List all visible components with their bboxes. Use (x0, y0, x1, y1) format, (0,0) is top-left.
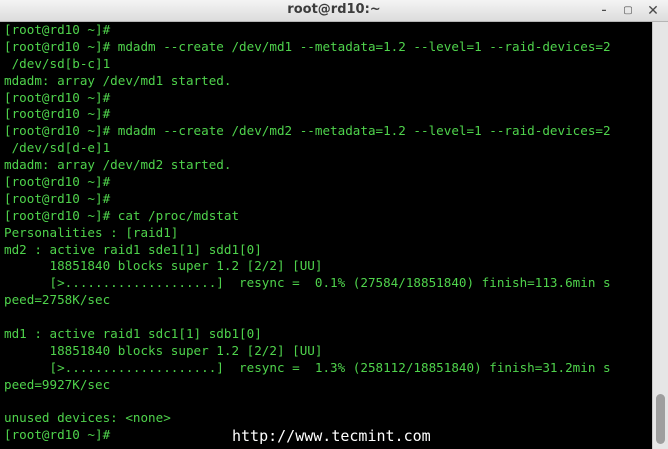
window-titlebar[interactable]: root@rd10:~ – ▢ ✕ (0, 0, 668, 22)
terminal-line: mdadm: array /dev/md1 started. (4, 72, 232, 88)
terminal-line: /dev/sd[b-c]1 (4, 55, 111, 71)
terminal-line: 18851840 blocks super 1.2 [2/2] [UU] (4, 342, 323, 358)
terminal-lines: [root@rd10 ~]# [root@rd10 ~]# mdadm --cre… (0, 22, 652, 444)
terminal-line: peed=9927K/sec (4, 376, 111, 392)
terminal-line: [>....................] resync = 1.3% (2… (4, 359, 611, 375)
terminal-line: [root@rd10 ~]# mdadm --create /dev/md1 -… (4, 38, 611, 54)
terminal-line: [root@rd10 ~]# (4, 22, 111, 37)
terminal-line: [root@rd10 ~]# cat /proc/mdstat (4, 207, 240, 223)
terminal-line: /dev/sd[d-e]1 (4, 140, 111, 156)
terminal-line: [root@rd10 ~]# (4, 106, 111, 122)
maximize-icon[interactable]: ▢ (620, 3, 636, 19)
terminal-line: md2 : active raid1 sde1[1] sdd1[0] (4, 241, 262, 257)
terminal-line: unused devices: <none> (4, 410, 171, 426)
terminal-line: [root@rd10 ~]# (4, 89, 111, 105)
terminal-line: Personalities : [raid1] (4, 224, 179, 240)
terminal-line: peed=2758K/sec (4, 292, 111, 308)
terminal-line: mdadm: array /dev/md2 started. (4, 157, 232, 173)
close-icon[interactable]: ✕ (645, 3, 661, 19)
terminal-line: [root@rd10 ~]# mdadm --create /dev/md2 -… (4, 123, 611, 139)
terminal-line: [root@rd10 ~]# (4, 190, 111, 206)
window-title: root@rd10:~ (287, 2, 381, 17)
terminal-output[interactable]: [root@rd10 ~]# [root@rd10 ~]# mdadm --cre… (0, 22, 652, 449)
scrollbar-thumb[interactable] (656, 394, 665, 444)
watermark-text: http://www.tecmint.com (232, 427, 431, 445)
terminal-line: md1 : active raid1 sdc1[1] sdb1[0] (4, 326, 262, 342)
vertical-scrollbar[interactable] (652, 22, 668, 449)
minimize-icon[interactable]: – (596, 3, 612, 19)
terminal-line: 18851840 blocks super 1.2 [2/2] [UU] (4, 258, 323, 274)
terminal-line: [root@rd10 ~]# (4, 174, 111, 190)
terminal-line: [>....................] resync = 0.1% (2… (4, 275, 611, 291)
